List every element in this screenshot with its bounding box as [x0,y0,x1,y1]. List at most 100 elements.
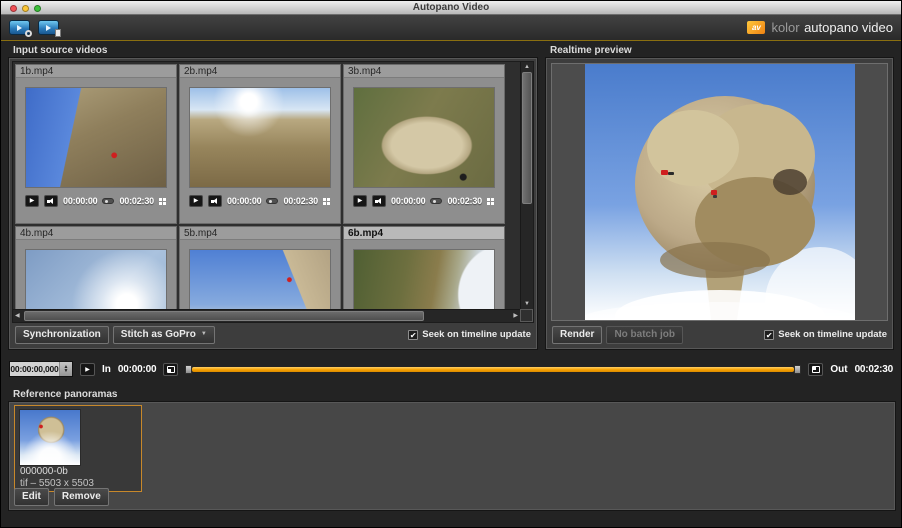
seek-checkbox[interactable]: ✔ [764,330,774,340]
stitch-button[interactable]: Stitch as GoPro ▼ [113,326,215,344]
reference-panorama-card[interactable]: 000000-0b tif – 5503 x 5503 [14,405,142,492]
chevron-down-icon: ▼ [201,331,207,337]
stitch-button-label: Stitch as GoPro [121,329,196,340]
seek-checkbox-row: ✔ Seek on timeline update [408,329,531,340]
toolbar: av kolor autopano video [1,15,901,41]
video-card-body: ▶ 00:00:00 00:02:30 [16,78,176,207]
video-controls: ▶ 00:00:00 00:02:30 [189,195,331,207]
seek-mini-slider[interactable] [266,198,278,204]
vertical-scroll-thumb[interactable] [522,72,532,204]
set-in-point-button[interactable] [163,363,178,376]
window-title: Autopano Video [1,1,901,15]
video-card-body: ▶ 00:00:00 00:02:30 [180,240,340,309]
edit-button[interactable]: Edit [14,488,49,506]
seek-checkbox-label: Seek on timeline update [778,329,887,340]
titlebar: Autopano Video [1,1,901,15]
play-icon [46,25,51,31]
mute-button[interactable] [44,195,58,207]
video-card[interactable]: 4b.mp4 ▶ 00:00:00 00:02:30 [15,226,177,309]
video-grid: 1b.mp4 ▶ 00:00:00 00:02:30 [14,63,519,309]
video-list-area: 1b.mp4 ▶ 00:00:00 00:02:30 [12,61,534,323]
add-video-button[interactable] [38,20,59,35]
video-filename: 4b.mp4 [16,227,176,240]
scrollbar-corner [520,309,533,322]
scroll-right-icon[interactable]: ▶ [513,310,518,322]
play-button[interactable]: ▶ [25,195,39,207]
in-handle[interactable] [185,365,192,374]
video-card-body: ▶ 00:00:00 00:02:30 [16,240,176,309]
reference-panorama-thumbnail[interactable] [19,409,81,466]
video-thumbnail[interactable] [25,249,167,309]
add-page-icon [55,29,61,37]
scroll-down-icon[interactable]: ▼ [521,301,533,307]
preview-viewport[interactable] [551,63,888,321]
mute-button[interactable] [372,195,386,207]
scroll-up-icon[interactable]: ▲ [521,64,533,70]
input-panel-title: Input source videos [13,45,107,56]
timeline-range-slider[interactable] [185,365,801,374]
mute-button[interactable] [208,195,222,207]
video-filename: 2b.mp4 [180,65,340,78]
timecode-spinbox[interactable]: 00:00:00,000 ▲ ▼ [9,361,73,377]
spin-down-icon[interactable]: ▼ [64,369,69,373]
synchronization-button[interactable]: Synchronization [15,326,109,344]
scroll-left-icon[interactable]: ◀ [15,310,20,322]
out-timecode: 00:02:30 [855,364,893,375]
video-card[interactable]: 3b.mp4 ▶ 00:00:00 00:02:30 [343,64,505,224]
horizontal-scrollbar[interactable]: ◀ ▶ [13,309,520,322]
video-filename: 3b.mp4 [344,65,504,78]
current-timecode: 00:00:00 [63,196,97,206]
timeline-play-button[interactable]: ▶ [80,363,95,376]
current-timecode: 00:00:00 [227,196,261,206]
video-thumbnail[interactable] [353,87,495,188]
video-card[interactable]: 5b.mp4 ▶ 00:00:00 00:02:30 [179,226,341,309]
video-filename: 6b.mp4 [344,227,504,240]
video-card[interactable]: 1b.mp4 ▶ 00:00:00 00:02:30 [15,64,177,224]
reference-panel-title: Reference panoramas [13,389,118,400]
video-thumbnail[interactable] [189,249,331,309]
preview-panel-title: Realtime preview [550,45,632,56]
video-controls: ▶ 00:00:00 00:02:30 [25,195,167,207]
remove-button[interactable]: Remove [54,488,109,506]
video-filename: 5b.mp4 [180,227,340,240]
timecode-value[interactable]: 00:00:00,000 [10,362,59,376]
video-thumbnail[interactable] [189,87,331,188]
horizontal-scroll-thumb[interactable] [24,311,424,321]
video-thumbnail[interactable] [25,87,167,188]
seek-mini-slider[interactable] [102,198,114,204]
out-label: Out [830,364,847,375]
reference-buttons: Edit Remove [14,488,109,506]
frames-grid-icon[interactable] [487,198,490,201]
stitched-panorama-preview [585,64,855,320]
duration-timecode: 00:02:30 [284,196,318,206]
seek-mini-slider[interactable] [430,198,442,204]
input-source-panel: 1b.mp4 ▶ 00:00:00 00:02:30 [9,58,537,349]
frames-grid-icon[interactable] [159,198,162,201]
video-filename: 1b.mp4 [16,65,176,78]
video-card[interactable]: 6b.mp4 ▶ 00:00:00 00:02:30 [343,226,505,309]
frames-grid-icon[interactable] [323,198,326,201]
open-video-button[interactable] [9,20,30,35]
realtime-preview-panel: Render No batch job ✔ Seek on timeline u… [546,58,893,349]
seek-checkbox[interactable]: ✔ [408,330,418,340]
vertical-scrollbar[interactable]: ▲ ▼ [520,62,533,309]
video-card[interactable]: 2b.mp4 ▶ 00:00:00 00:02:30 [179,64,341,224]
reference-panoramas-panel: 000000-0b tif – 5503 x 5503 Edit Remove [9,402,895,510]
slider-selected-range[interactable] [192,367,794,372]
reference-panorama-name: 000000-0b [20,466,68,477]
app-window: Autopano Video av kolor autopano video I… [0,0,902,528]
speaker-icon [211,198,220,205]
play-icon [17,25,22,31]
spinbox-arrows[interactable]: ▲ ▼ [59,362,72,376]
out-handle[interactable] [794,365,801,374]
play-button[interactable]: ▶ [189,195,203,207]
in-label: In [102,364,111,375]
render-button[interactable]: Render [552,326,602,344]
speaker-icon [47,198,56,205]
input-panel-footer: Synchronization Stitch as GoPro ▼ ✔ Seek… [12,323,534,346]
video-thumbnail[interactable] [353,249,495,309]
set-out-point-button[interactable] [808,363,823,376]
preview-panel-footer: Render No batch job ✔ Seek on timeline u… [549,323,890,346]
play-button[interactable]: ▶ [353,195,367,207]
video-card-body: ▶ 00:00:00 00:02:30 [344,240,504,309]
